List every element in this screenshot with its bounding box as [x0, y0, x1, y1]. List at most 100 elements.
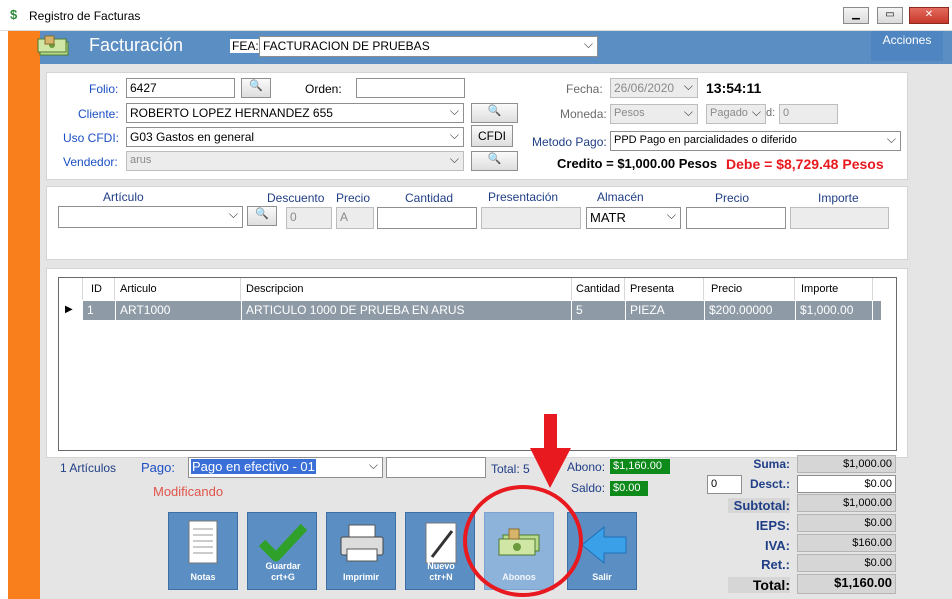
presentacion-label: Presentación	[488, 190, 559, 204]
fea-select[interactable]: FACTURACION DE PRUEBAS	[259, 36, 598, 57]
folio-input[interactable]: 6427	[126, 78, 235, 98]
total-count-text: Total: 5	[491, 462, 530, 476]
moneda-label: Moneda:	[560, 107, 607, 121]
row-selector-arrow: ▶	[65, 304, 73, 315]
cell-importe: $1,000.00	[796, 301, 873, 320]
search-icon: 🔍	[487, 105, 502, 117]
iva-label: IVA:	[764, 538, 790, 553]
modificando-status: Modificando	[153, 484, 224, 499]
app-title: Facturación	[89, 35, 184, 55]
notes-icon	[188, 520, 218, 564]
search-icon: 🔍	[487, 153, 502, 165]
maximize-button[interactable]: ▭	[877, 7, 903, 24]
folio-label: Folio:	[89, 82, 119, 96]
cell-presenta: PIEZA	[626, 301, 705, 320]
cell-precio: $200.00000	[705, 301, 796, 320]
notas-button[interactable]: Notas	[168, 512, 238, 590]
window-title: Registro de Facturas	[29, 9, 141, 23]
cfdi-button[interactable]: CFDI	[471, 125, 513, 147]
suma-value: $1,000.00	[797, 455, 896, 473]
saldo-value-badge: $0.00	[610, 481, 648, 496]
subtotal-value: $1,000.00	[797, 494, 896, 512]
saldo-label: Saldo:	[571, 481, 606, 495]
pago-label: Pago:	[141, 460, 175, 475]
precio-input[interactable]	[686, 207, 786, 229]
vendedor-label: Vendedor:	[63, 155, 118, 169]
ieps-value: $0.00	[797, 514, 896, 532]
iva-value: $160.00	[797, 534, 896, 552]
desct-value[interactable]: $0.00	[797, 475, 896, 493]
cliente-label: Cliente:	[78, 107, 119, 121]
credito-text: Credito = $1,000.00 Pesos	[557, 156, 718, 171]
orden-label: Orden:	[305, 82, 342, 96]
desct-label: Desct.:	[749, 477, 790, 491]
money-icon	[36, 34, 72, 58]
articulos-count: 1 Artículos	[60, 461, 117, 475]
moneda-select[interactable]: Pesos	[610, 104, 698, 124]
importe-input[interactable]	[790, 207, 889, 229]
pagado-select[interactable]: Pagado	[706, 104, 766, 124]
salir-button[interactable]: Salir	[567, 512, 637, 590]
articulo-label: Artículo	[103, 190, 144, 204]
vendedor-search-button[interactable]: 🔍	[471, 151, 518, 171]
nuevo-button[interactable]: Nuevo ctr+N	[405, 512, 475, 590]
precio-tier-input[interactable]: A	[336, 207, 374, 229]
cantidad-input[interactable]	[377, 207, 477, 229]
actions-menu[interactable]: Acciones	[871, 31, 943, 61]
cell-articulo: ART1000	[116, 301, 242, 320]
descuento-input[interactable]: 0	[286, 207, 332, 229]
items-grid[interactable]: ID Articulo Descripcion Cantidad Present…	[58, 277, 897, 451]
tipo-cambio-stepper[interactable]: 0	[779, 104, 838, 124]
importe-label: Importe	[818, 191, 859, 205]
cell-id: 1	[83, 301, 116, 320]
subtotal-label: Subtotal:	[728, 498, 790, 513]
printer-icon	[340, 524, 384, 562]
suma-label: Suma:	[753, 457, 790, 471]
minimize-button[interactable]: ▁	[843, 7, 869, 24]
hora-text: 13:54:11	[706, 80, 762, 96]
presentacion-input[interactable]	[481, 207, 581, 229]
vendedor-select[interactable]: arus	[126, 151, 464, 171]
ret-label: Ret.:	[761, 557, 790, 572]
almacen-select[interactable]: MATR	[586, 207, 681, 229]
folio-search-button[interactable]: 🔍	[241, 78, 271, 98]
table-row[interactable]: ▶ 1 ART1000 ARTICULO 1000 DE PRUEBA EN A…	[59, 278, 882, 322]
almacen-label: Almacén	[597, 190, 644, 204]
cell-extra	[873, 301, 882, 320]
debe-text: Debe = $8,729.48 Pesos	[726, 156, 884, 172]
fecha-picker[interactable]: 26/06/2020	[610, 78, 698, 98]
uso-cfdi-label: Uso CFDI:	[63, 131, 120, 145]
descuento-label: Descuento	[267, 191, 325, 205]
cantidad-label: Cantidad	[405, 191, 454, 205]
pago-referencia-input[interactable]	[386, 457, 486, 478]
articulo-select[interactable]	[58, 206, 243, 228]
metodo-pago-select[interactable]: PPD Pago en parcialidades o diferido	[610, 131, 901, 151]
fea-label: FEA:	[230, 39, 261, 53]
articulo-search-button[interactable]: 🔍	[247, 206, 277, 226]
ieps-label: IEPS:	[756, 518, 790, 533]
pago-select[interactable]: Pago en efectivo - 01	[188, 457, 383, 478]
exit-arrow-icon	[581, 525, 627, 565]
cliente-search-button[interactable]: 🔍	[471, 103, 518, 123]
app-dollar-icon: $	[10, 7, 18, 22]
descuento-percent-input[interactable]: 0	[707, 475, 742, 494]
orden-input[interactable]	[356, 78, 465, 98]
abono-label: Abono:	[567, 460, 606, 474]
abonos-button[interactable]: Abonos	[484, 512, 554, 590]
abono-value-badge: $1,160.00	[610, 459, 670, 474]
precio-label: Precio	[336, 191, 371, 205]
cliente-select[interactable]: ROBERTO LOPEZ HERNANDEZ 655	[126, 103, 464, 123]
guardar-button[interactable]: Guardar crt+G	[247, 512, 317, 590]
precio2-label: Precio	[715, 191, 750, 205]
fecha-label: Fecha:	[566, 82, 603, 96]
metodo-pago-label: Metodo Pago:	[532, 135, 607, 149]
close-button[interactable]: ✕	[909, 7, 949, 24]
total-value: $1,160.00	[797, 574, 896, 594]
search-icon: 🔍	[255, 208, 269, 220]
uso-cfdi-select[interactable]: G03 Gastos en general	[126, 127, 464, 147]
cell-descripcion: ARTICULO 1000 DE PRUEBA EN ARUS	[242, 301, 572, 320]
money-icon	[498, 528, 540, 556]
window-titlebar: $ Registro de Facturas ▁ ▭ ✕	[0, 0, 952, 31]
pagado-suffix: d:	[766, 107, 776, 119]
imprimir-button[interactable]: Imprimir	[326, 512, 396, 590]
